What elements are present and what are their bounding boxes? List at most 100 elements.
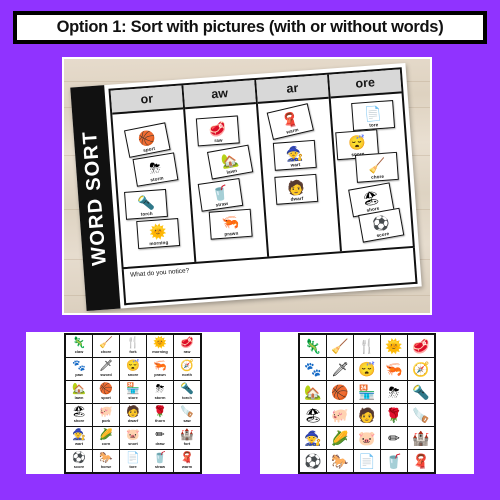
picture-card-cell[interactable]: 🌹 (381, 403, 407, 426)
picture-card-cell[interactable]: 🏖 (300, 403, 326, 426)
picture-card-cell[interactable]: 🏪 store (120, 380, 146, 403)
picture-card-cell[interactable]: 😴 (354, 357, 380, 380)
picture-card-cell[interactable]: 🌽 (327, 426, 353, 449)
picture-card-cell[interactable]: 🥩 raw (174, 334, 200, 357)
green-lawn-grass-icon: 🏡 (304, 383, 322, 400)
sort-column-cards: 🧣 warm 🧙 wart 🧑 dwarf (258, 99, 340, 257)
picture-card-cell[interactable]: 🐎 (327, 449, 353, 472)
picture-card-cell[interactable]: ✏ draw (147, 426, 173, 449)
word-card[interactable]: ⛈ storm (132, 152, 179, 187)
picture-card-cell[interactable]: 🐷 snort (120, 426, 146, 449)
picture-card-cell[interactable]: 🥤 straw (147, 449, 173, 472)
picture-card-cell[interactable]: 🐎 horse (93, 449, 119, 472)
picture-card-cell[interactable]: 🏖 shore (66, 403, 92, 426)
picture-card-cell[interactable]: 🥩 (408, 334, 434, 357)
page-title: Option 1: Sort with pictures (with or wi… (56, 18, 444, 36)
picture-card-cell[interactable]: ⚽ (300, 449, 326, 472)
picture-card-cell[interactable]: 🧹 chore (93, 334, 119, 357)
picture-card-cell[interactable]: ⛈ (381, 380, 407, 403)
picture-card-cell[interactable]: 🔦 (408, 380, 434, 403)
picture-card-cell[interactable]: 🧙 wart (66, 426, 92, 449)
picture-card-cell[interactable]: ⛈ storm (147, 380, 173, 403)
word-card[interactable]: 📄 tore (351, 99, 396, 131)
person-snoring-icon: 😴 (358, 360, 376, 377)
word-card[interactable]: 🦐 prawn (208, 208, 253, 240)
picture-card-cell[interactable]: 🥤 (381, 449, 407, 472)
picture-card-cell[interactable]: 🏡 (300, 380, 326, 403)
picture-card-cell[interactable]: 🐷 (354, 426, 380, 449)
picture-card-label: torch (182, 395, 192, 401)
person-tearing-paper-icon: 📄 (358, 452, 376, 469)
pork-pig-icon: 🐖 (331, 406, 349, 423)
sort-column-cards: 🏀 sport ⛈ storm 🔦 torch 🌞 morning (112, 109, 194, 267)
picture-card-cell[interactable]: 📄 tore (120, 449, 146, 472)
picture-card-cell[interactable]: 🏀 (327, 380, 353, 403)
picture-card-cell[interactable]: 🦐 prawn (147, 357, 173, 380)
fort-castle-icon: 🏰 (180, 428, 194, 441)
picture-card-cell[interactable]: 🧹 (327, 334, 353, 357)
word-card[interactable]: ⚽ score (358, 207, 405, 243)
picture-card-label: north (182, 372, 192, 378)
picture-card-cell[interactable]: 🏰 fort (174, 426, 200, 449)
picture-card-cell[interactable]: 🔦 torch (174, 380, 200, 403)
word-card[interactable]: 🔦 torch (124, 188, 168, 220)
horse-icon: 🐎 (99, 451, 113, 464)
option-title-banner: Option 1: Sort with pictures (with or wi… (13, 11, 487, 44)
sort-column-ar[interactable]: ar 🧣 warm 🧙 wart 🧑 dwarf (256, 74, 342, 257)
picture-card-cell[interactable]: 🧭 north (174, 357, 200, 380)
picture-card-cell[interactable]: 🧙 (300, 426, 326, 449)
picture-card-cell[interactable]: 🏀 sport (93, 380, 119, 403)
picture-card-cell[interactable]: 🌹 thorn (147, 403, 173, 426)
sort-column-cards: 🥩 raw 🏡 lawn 🥤 straw 🦐 prawn (185, 104, 267, 262)
word-card[interactable]: 🌞 morning (136, 218, 181, 250)
picture-card-cell[interactable]: 😴 snore (120, 357, 146, 380)
picture-card-label: morning (152, 349, 168, 355)
picture-card-label: wart (75, 441, 83, 447)
picture-card-cell[interactable]: 📄 (354, 449, 380, 472)
picture-card-cell[interactable]: 🏡 lawn (66, 380, 92, 403)
sort-sheet-body: or 🏀 sport ⛈ storm 🔦 torch 🌞 morning aw 🥩 raw 🏡 lawn 🥤… (104, 63, 422, 309)
picture-card-label: fork (129, 349, 137, 355)
compass-north-icon: 🧭 (412, 360, 430, 377)
picture-card-cell[interactable]: 🌞 morning (147, 334, 173, 357)
child-drawing-icon: ✏ (388, 429, 400, 446)
picture-card-cell[interactable]: 🐾 (300, 357, 326, 380)
sort-column-ore[interactable]: ore📄tore😴snore🧹chore🏖shore⚽score (328, 69, 413, 251)
picture-card-cell[interactable]: 🪚 (408, 403, 434, 426)
picture-card-cell[interactable]: 🗡 sword (93, 357, 119, 380)
picture-card-cell[interactable]: 🧑 (354, 403, 380, 426)
word-card[interactable]: 🏡 lawn (206, 144, 254, 180)
picture-card-cell[interactable]: 🗡 (327, 357, 353, 380)
picture-card-cell[interactable]: 🧭 (408, 357, 434, 380)
picture-card-cell[interactable]: 🧣 warm (174, 449, 200, 472)
picture-card-cell[interactable]: 🌞 (381, 334, 407, 357)
picture-card-cell[interactable]: 🏪 (354, 380, 380, 403)
word-card[interactable]: 🧙 wart (272, 139, 317, 171)
picture-card-cell[interactable]: 🪚 saw (174, 403, 200, 426)
sort-column-aw[interactable]: aw 🥩 raw 🏡 lawn 🥤 straw 🦐 prawn (183, 79, 270, 262)
word-card[interactable]: 🥤 straw (197, 178, 244, 212)
picture-card-cell[interactable]: 🦎 (300, 334, 326, 357)
picture-card-cell[interactable]: 🍴 fork (120, 334, 146, 357)
sort-column-or[interactable]: or 🏀 sport ⛈ storm 🔦 torch 🌞 morning (110, 85, 197, 268)
picture-card-cell[interactable]: 🦎 claw (66, 334, 92, 357)
word-card[interactable]: 🧑 dwarf (274, 173, 319, 205)
picture-card-cell[interactable]: 🍴 (354, 334, 380, 357)
picture-card-cell[interactable]: 🐖 (327, 403, 353, 426)
word-card[interactable]: 🏀 sport (123, 122, 171, 158)
picture-card-cell[interactable]: ⚽ score (66, 449, 92, 472)
word-card[interactable]: 🧹 chore (354, 151, 399, 183)
picture-card-cell[interactable]: 🐖 pork (93, 403, 119, 426)
saw-tool-icon: 🪚 (412, 406, 430, 423)
picture-card-cell[interactable]: 🧣 (408, 449, 434, 472)
picture-card-cell[interactable]: 🐾 paw (66, 357, 92, 380)
picture-card-cell[interactable]: 🌽 corn (93, 426, 119, 449)
picture-card-cell[interactable]: 🏰 (408, 426, 434, 449)
word-card[interactable]: 🧣 warm (266, 103, 314, 141)
picture-card-cell[interactable]: 🧑 dwarf (120, 403, 146, 426)
picture-card-label: shore (73, 418, 85, 424)
word-card[interactable]: 🥩 raw (195, 115, 240, 147)
picture-card-label: warm (181, 464, 193, 470)
picture-card-cell[interactable]: ✏ (381, 426, 407, 449)
picture-card-cell[interactable]: 🦐 (381, 357, 407, 380)
